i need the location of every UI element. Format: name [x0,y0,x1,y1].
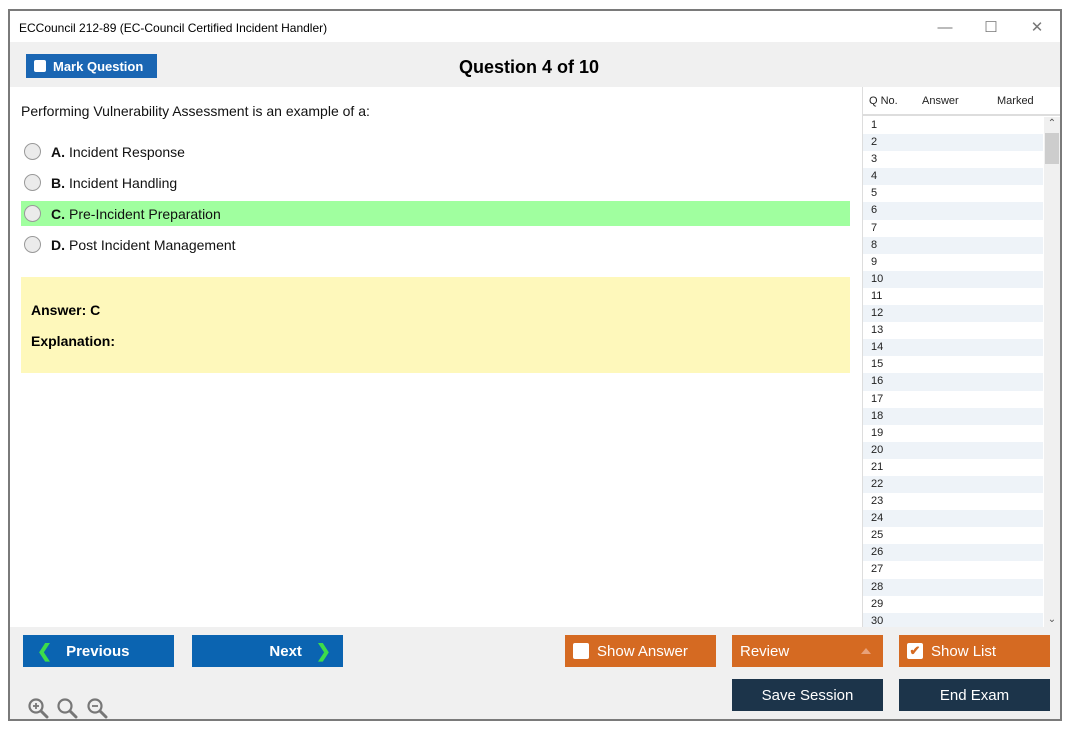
question-panel: Performing Vulnerability Assessment is a… [10,87,862,627]
question-list-row[interactable]: 11 [863,288,1043,305]
zoom-out-icon[interactable] [86,697,108,719]
question-list-row[interactable]: 22 [863,475,1043,494]
radio-button[interactable] [24,143,41,160]
title-bar: ECCouncil 212-89 (EC-Council Certified I… [10,11,1060,42]
question-list-row[interactable]: 18 [863,407,1043,425]
close-button[interactable]: ✕ [1017,15,1057,39]
scrollbar-thumb[interactable] [1045,133,1059,164]
question-list-header: Q No. Answer Marked [863,87,1060,116]
maximize-icon: ☐ [984,19,998,36]
save-session-button[interactable]: Save Session [732,679,883,711]
caret-up-icon [861,648,871,654]
question-list-row[interactable]: 16 [863,373,1043,391]
question-list-row[interactable]: 20 [863,441,1043,459]
option-text: Post Incident Management [69,236,236,253]
question-list-row[interactable]: 17 [863,391,1043,408]
question-list-row[interactable]: 7 [863,220,1043,237]
question-list-row[interactable]: 15 [863,356,1043,373]
question-list-row[interactable]: 30 [863,612,1043,627]
option-b[interactable]: B. Incident Handling [21,170,850,195]
review-dropdown[interactable]: Review [732,635,883,667]
column-header-marked[interactable]: Marked [997,95,1034,107]
previous-button[interactable]: ❮ Previous [23,635,174,667]
question-list-row[interactable]: 10 [863,270,1043,288]
show-list-toggle[interactable]: ✔ Show List [899,635,1050,667]
option-letter: C. [51,205,65,222]
app-window: ECCouncil 212-89 (EC-Council Certified I… [8,9,1062,721]
option-letter: D. [51,236,65,253]
next-button[interactable]: Next ❯ [192,635,343,667]
option-text: Pre-Incident Preparation [69,205,221,222]
answer-text: Answer: C [31,302,101,318]
question-list-row[interactable]: 12 [863,305,1043,323]
question-list-row[interactable]: 13 [863,322,1043,339]
column-header-qno[interactable]: Q No. [869,95,898,107]
option-text: Incident Response [69,143,185,160]
mark-question-button[interactable]: Mark Question [26,54,157,78]
show-answer-label: Show Answer [597,642,688,660]
question-list-row[interactable]: 29 [863,596,1043,613]
show-answer-toggle[interactable]: Show Answer [565,635,716,667]
end-exam-label: End Exam [939,686,1010,704]
question-list-row[interactable]: 1 [863,117,1043,134]
radio-button[interactable] [24,205,41,222]
zoom-in-icon[interactable] [27,697,49,719]
radio-button[interactable] [24,236,41,253]
option-c[interactable]: C. Pre-Incident Preparation [21,201,850,226]
question-list-row[interactable]: 24 [863,510,1043,528]
question-list-row[interactable]: 19 [863,425,1043,442]
question-list-scrollbar[interactable]: ⌃ ⌄ [1044,117,1060,627]
question-list-row[interactable]: 4 [863,168,1043,186]
option-text: Incident Handling [69,174,178,191]
question-list-row[interactable]: 2 [863,134,1043,152]
close-icon: ✕ [1030,19,1044,36]
mark-checkbox-icon [34,60,46,72]
question-list-row[interactable]: 3 [863,151,1043,168]
footer-toolbar: ❮ Previous Next ❯ Show Answer Review ✔ S… [10,627,1060,719]
question-list-row[interactable]: 26 [863,544,1043,562]
option-letter: B. [51,174,65,191]
end-exam-button[interactable]: End Exam [899,679,1050,711]
show-answer-checkbox-icon [573,643,589,659]
question-counter: Question 4 of 10 [459,57,600,77]
show-list-label: Show List [931,642,997,660]
question-list-row[interactable]: 25 [863,527,1043,544]
question-list-panel: Q No. Answer Marked 1 2 3 4 5 6 7 8 9 10 11 12 13 14 1… [862,87,1060,627]
radio-button[interactable] [24,174,41,191]
question-list-row[interactable]: 21 [863,459,1043,476]
scroll-up-icon[interactable]: ⌃ [1044,117,1060,131]
review-label: Review [740,642,790,660]
question-header: Mark Question Question 4 of 10 [10,42,1060,87]
question-list-row[interactable]: 8 [863,236,1043,254]
question-list-rows: 1 2 3 4 5 6 7 8 9 10 11 12 13 14 15 16 17 18 19 20 21 22 23 24 2… [863,117,1043,627]
show-list-checkbox-icon: ✔ [907,643,923,659]
question-list-row[interactable]: 28 [863,578,1043,596]
question-list-row[interactable]: 23 [863,493,1043,510]
explanation-label: Explanation: [31,333,116,349]
chevron-right-icon: ❯ [315,640,331,661]
chevron-left-icon: ❮ [37,640,53,661]
window-title: ECCouncil 212-89 (EC-Council Certified I… [19,21,328,35]
minimize-button[interactable]: — [925,15,965,39]
previous-label: Previous [66,642,130,660]
question-list-row[interactable]: 27 [863,561,1043,578]
option-letter: A. [51,143,65,160]
answer-explanation-box: Answer: C Explanation: [21,277,850,373]
save-session-label: Save Session [761,686,854,704]
mark-question-label: Mark Question [53,58,144,74]
question-text: Performing Vulnerability Assessment is a… [21,103,370,119]
zoom-reset-icon[interactable] [56,697,78,719]
question-list-row[interactable]: 9 [863,254,1043,271]
scroll-down-icon[interactable]: ⌄ [1044,613,1060,627]
question-list-row[interactable]: 14 [863,339,1043,357]
option-d[interactable]: D. Post Incident Management [21,232,850,257]
next-label: Next [269,642,302,660]
maximize-button[interactable]: ☐ [971,15,1011,39]
question-list-row[interactable]: 6 [863,202,1043,220]
column-header-answer[interactable]: Answer [922,95,959,107]
option-a[interactable]: A. Incident Response [21,139,850,164]
question-list-row[interactable]: 5 [863,185,1043,202]
minimize-icon: — [937,18,953,36]
